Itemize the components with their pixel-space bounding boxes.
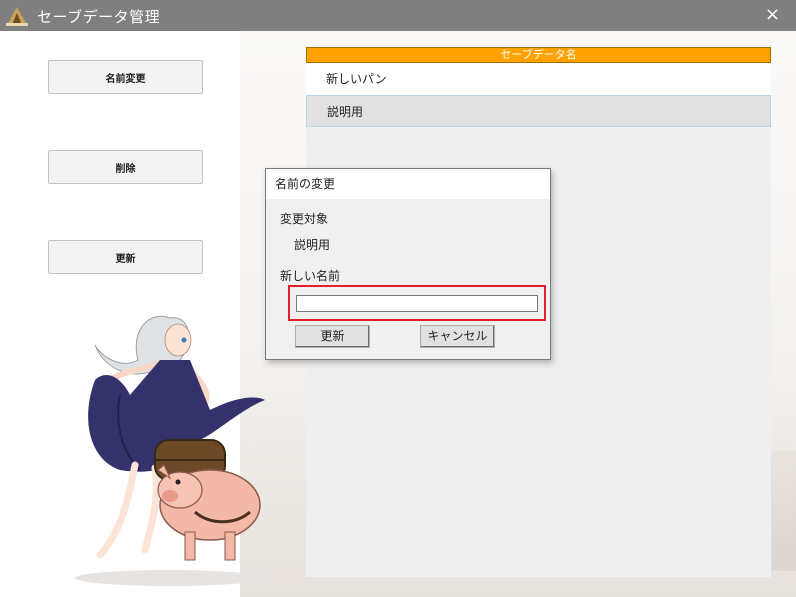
list-item[interactable]: 新しいパン [306,63,771,95]
window-title: セーブデータ管理 [37,8,161,26]
character-illustration [75,315,265,586]
new-name-highlight [288,285,546,321]
rename-button[interactable]: 名前変更 [48,60,203,94]
dialog-update-button[interactable]: 更新 [295,325,370,348]
new-name-input[interactable] [296,295,538,312]
close-icon[interactable]: × [765,4,780,25]
update-button[interactable]: 更新 [48,240,203,274]
title-bar: セーブデータ管理 × [0,0,796,31]
list-item-selected[interactable]: 説明用 [306,95,771,127]
target-label: 変更対象 [280,212,329,226]
list-header: セーブデータ名 [306,47,771,63]
target-value: 説明用 [294,238,331,252]
dialog-title: 名前の変更 [266,169,550,199]
rename-dialog: 名前の変更 変更対象 説明用 新しい名前 更新 キャンセル [265,168,551,360]
app-logo-icon [6,7,28,26]
delete-button[interactable]: 削除 [48,150,203,184]
dialog-cancel-button[interactable]: キャンセル [420,325,495,348]
new-name-label: 新しい名前 [280,269,341,283]
